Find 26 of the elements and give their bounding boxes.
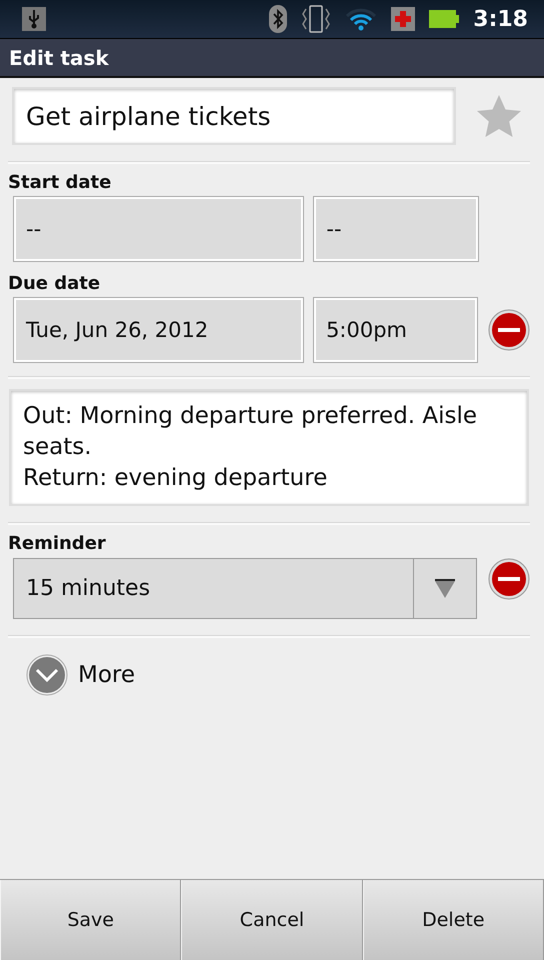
remove-icon[interactable]: [488, 309, 530, 351]
field-label: Due date: [8, 273, 102, 294]
medical-cross-icon: [391, 7, 416, 31]
clock-time: 3:18: [473, 6, 528, 32]
field-label: Reminder: [8, 533, 107, 554]
usb-icon: [22, 7, 46, 31]
wifi-icon: [345, 7, 378, 31]
time-field[interactable]: 5:00pm: [314, 298, 477, 362]
bluetooth-icon: [269, 5, 288, 33]
date-field[interactable]: Tue, Jun 26, 2012: [14, 298, 304, 362]
time-field[interactable]: --: [314, 197, 478, 261]
star-icon[interactable]: [476, 94, 522, 138]
notes-field[interactable]: Out: Morning departure preferred. Aisle seats. Return: evening departure: [9, 389, 529, 506]
vibrate-icon: [301, 5, 332, 33]
battery-icon: [429, 10, 460, 28]
footer-button[interactable]: Cancel: [181, 880, 363, 960]
task-title-field[interactable]: Get airplane tickets: [12, 87, 456, 145]
footer-button[interactable]: Delete: [362, 880, 544, 960]
date-field[interactable]: --: [14, 197, 304, 261]
screen-title: Edit task: [9, 46, 109, 70]
remove-icon[interactable]: [488, 558, 530, 600]
footer-button[interactable]: Save: [0, 880, 182, 960]
dropdown-arrow-icon: [434, 578, 456, 598]
field-label: Start date: [8, 172, 112, 193]
more-button[interactable]: More: [26, 654, 530, 696]
reminder-dropdown[interactable]: 15 minutes: [13, 558, 477, 619]
